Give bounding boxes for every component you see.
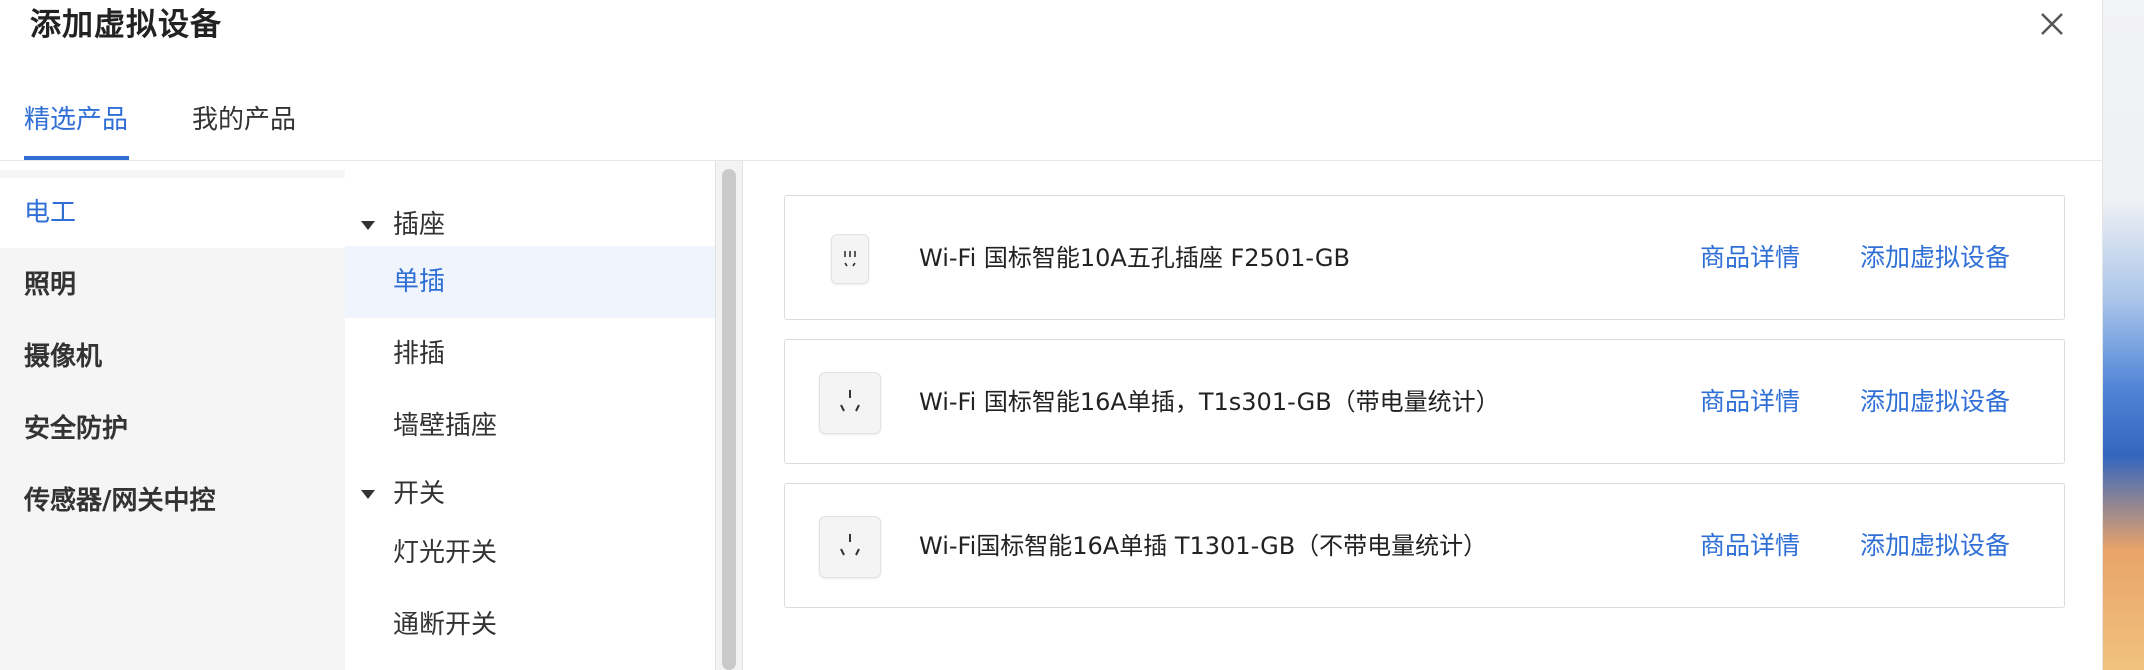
category-lighting[interactable]: 照明 — [0, 250, 345, 320]
single-socket-icon — [819, 516, 881, 578]
product-details-link[interactable]: 商品详情 — [1700, 382, 1800, 422]
tab-my-products[interactable]: 我的产品 — [192, 102, 296, 138]
add-virtual-device-link[interactable]: 添加虚拟设备 — [1860, 382, 2010, 422]
category-sensor-gateway[interactable]: 传感器/网关中控 — [0, 466, 345, 536]
product-name: Wi-Fi 国标智能10A五孔插座 F2501-GB — [919, 244, 1350, 272]
product-card: Wi-Fi 国标智能10A五孔插座 F2501-GB 商品详情 添加虚拟设备 — [784, 195, 2065, 320]
add-virtual-device-link[interactable]: 添加虚拟设备 — [1860, 238, 2010, 278]
scrollbar-thumb[interactable] — [722, 169, 736, 670]
product-details-link[interactable]: 商品详情 — [1700, 238, 1800, 278]
category-security[interactable]: 安全防护 — [0, 394, 345, 464]
desktop-background — [2103, 0, 2144, 670]
close-button[interactable] — [2032, 4, 2072, 44]
caret-down-icon — [361, 221, 375, 230]
product-name: Wi-Fi 国标智能16A单插，T1s301-GB（带电量统计） — [919, 388, 1500, 416]
dialog-title: 添加虚拟设备 — [30, 7, 222, 43]
single-socket-icon — [819, 372, 881, 434]
product-tabs: 精选产品 我的产品 — [0, 90, 2103, 161]
group-switch-header[interactable]: 开关 — [345, 472, 715, 516]
category-camera[interactable]: 摄像机 — [0, 322, 345, 392]
subcategory-list: 插座 单插 排插 墙壁插座 开关 灯光开关 通断开关 — [345, 161, 715, 670]
add-virtual-device-link[interactable]: 添加虚拟设备 — [1860, 526, 2010, 566]
add-virtual-device-dialog: 添加虚拟设备 精选产品 我的产品 电工 照明 摄像机 安全防护 传感器/网关中控… — [0, 0, 2103, 670]
subcategory-single-socket[interactable]: 单插 — [345, 246, 715, 318]
group-label: 开关 — [393, 479, 446, 509]
product-name: Wi-Fi国标智能16A单插 T1301-GB（不带电量统计） — [919, 532, 1488, 560]
tab-featured-products[interactable]: 精选产品 — [24, 102, 128, 138]
five-hole-socket-icon — [831, 234, 869, 284]
group-socket-header[interactable]: 插座 — [345, 203, 715, 247]
subcategory-on-off-switch[interactable]: 通断开关 — [345, 589, 715, 661]
group-label: 插座 — [393, 210, 446, 240]
product-card: Wi-Fi国标智能16A单插 T1301-GB（不带电量统计） 商品详情 添加虚… — [784, 483, 2065, 608]
subcategory-scrollbar[interactable] — [715, 161, 743, 670]
subcategory-light-switch[interactable]: 灯光开关 — [345, 517, 715, 589]
product-details-link[interactable]: 商品详情 — [1700, 526, 1800, 566]
caret-down-icon — [361, 490, 375, 499]
subcategory-wall-socket[interactable]: 墙壁插座 — [345, 390, 715, 462]
category-sidebar: 电工 照明 摄像机 安全防护 传感器/网关中控 — [0, 170, 345, 670]
category-electrical[interactable]: 电工 — [0, 178, 345, 248]
subcategory-power-strip[interactable]: 排插 — [345, 318, 715, 390]
product-card: Wi-Fi 国标智能16A单插，T1s301-GB（带电量统计） 商品详情 添加… — [784, 339, 2065, 464]
active-tab-indicator — [24, 156, 129, 160]
close-icon — [2041, 13, 2063, 35]
